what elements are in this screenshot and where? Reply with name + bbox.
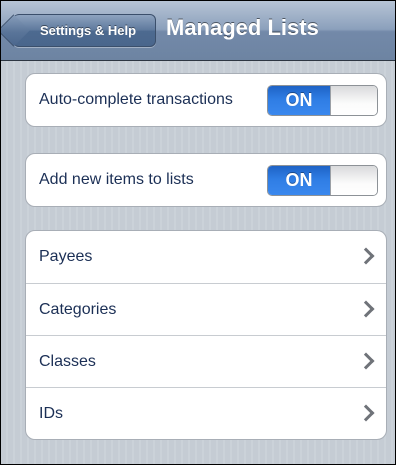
list-item-label: Payees (39, 248, 93, 265)
chevron-right-icon (357, 352, 375, 370)
screen: Settings & Help Managed Lists Auto-compl… (0, 0, 396, 465)
list-item-label: Categories (39, 300, 117, 318)
list-item-categories[interactable]: Categories (26, 283, 386, 335)
page-title: Managed Lists (166, 15, 319, 40)
list-item-payees[interactable]: Payees (26, 231, 386, 283)
switch-knob (330, 86, 377, 115)
auto-complete-label: Auto-complete transactions (39, 91, 233, 108)
chevron-right-icon (357, 404, 375, 422)
add-items-label: Add new items to lists (39, 171, 194, 188)
auto-complete-switch[interactable]: ON (267, 85, 378, 116)
navigation-bar: Settings & Help Managed Lists (1, 1, 395, 61)
list-item-ids[interactable]: IDs (26, 387, 386, 439)
auto-complete-row: Auto-complete transactions ON (26, 74, 386, 126)
add-items-group: Add new items to lists ON (25, 153, 387, 207)
list-item-label: Classes (39, 352, 96, 370)
chevron-right-icon (357, 247, 375, 265)
auto-complete-group: Auto-complete transactions ON (25, 73, 387, 127)
back-button[interactable]: Settings & Help (13, 14, 156, 47)
switch-knob (330, 166, 377, 195)
switch-on-label: ON (268, 166, 330, 195)
switch-on-label: ON (268, 86, 330, 115)
add-items-switch[interactable]: ON (267, 165, 378, 196)
list-item-classes[interactable]: Classes (26, 335, 386, 387)
chevron-right-icon (357, 300, 375, 318)
add-items-row: Add new items to lists ON (26, 154, 386, 206)
back-button-label: Settings & Help (39, 23, 137, 38)
managed-lists-group: Payees Categories Classes IDs (25, 230, 387, 440)
list-item-label: IDs (39, 404, 63, 422)
